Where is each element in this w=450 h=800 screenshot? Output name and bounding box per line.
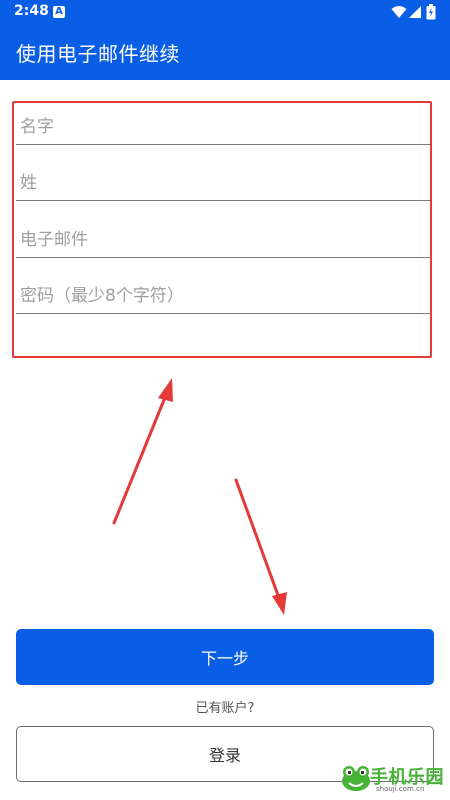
watermark-logo: 手机乐园 shouji.com.cn <box>340 762 448 796</box>
frog-logo-icon <box>342 766 370 791</box>
status-time: 2:48 <box>14 3 49 19</box>
first-name-field-wrapper <box>16 105 430 145</box>
last-name-field-wrapper <box>16 161 430 201</box>
app-bar: 使用电子邮件继续 <box>0 24 450 80</box>
last-name-input[interactable] <box>16 161 430 201</box>
notification-a-icon: A <box>53 6 65 18</box>
email-field-wrapper <box>16 218 430 258</box>
password-field-wrapper <box>16 274 430 314</box>
password-input[interactable] <box>16 274 430 314</box>
watermark-url: shouji.com.cn <box>376 785 425 793</box>
page-title: 使用电子邮件继续 <box>16 42 180 66</box>
signal-icon <box>409 6 421 18</box>
annotation-arrow-up <box>112 378 173 525</box>
next-button[interactable]: 下一步 <box>16 629 434 685</box>
email-input[interactable] <box>16 218 430 258</box>
wifi-icon <box>391 6 407 18</box>
battery-icon <box>426 4 436 20</box>
annotation-arrow-down <box>234 478 287 615</box>
first-name-input[interactable] <box>16 105 430 145</box>
status-bar: 2:48 A <box>0 0 450 24</box>
have-account-text: 已有账户? <box>195 701 255 716</box>
